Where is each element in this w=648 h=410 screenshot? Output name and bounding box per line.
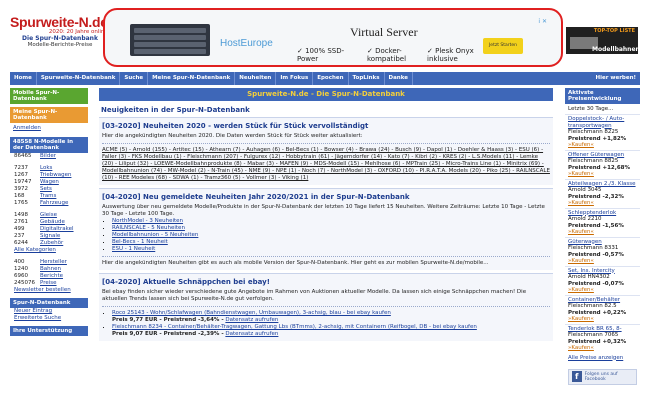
spur-n-db-heading: Spur-N-Datenbank: [10, 298, 88, 308]
support-heading: Ihre Unterstützung: [10, 326, 88, 336]
stat-row[interactable]: 19747 Wagen: [10, 179, 88, 186]
erweiterte-suche-link[interactable]: Erweiterte Suche: [10, 315, 88, 322]
news-text: Hier die angekündigten Neuheiten 2020. D…: [102, 133, 363, 139]
facebook-label: Folgen uns auf Facebook: [584, 371, 618, 382]
stat-row[interactable]: 2761 Gebäude: [10, 219, 88, 226]
toplist-label: TOP-TOP LISTE: [593, 28, 635, 34]
list-item[interactable]: NorthModel - 3 Neuheiten: [112, 218, 550, 225]
logo-subline: Modelle-Berichte-Preise: [27, 42, 93, 48]
list-item[interactable]: ESU - 1 Neuheit: [112, 246, 550, 253]
nav-toplinks[interactable]: TopLinks: [349, 72, 385, 85]
stat-row[interactable]: 6244 Zubehör: [10, 240, 88, 247]
ad-brand: HostEurope: [220, 38, 273, 49]
price-trend-item[interactable]: Offener Güterwagen Fleischmann 8825 Preis…: [565, 149, 640, 179]
nav-hier-werben[interactable]: Hier werben!: [592, 72, 640, 85]
list-item[interactable]: Modellbahnunion - 5 Neuheiten: [112, 232, 550, 239]
price-trend-heading: Aktivste Preisentwicklung: [565, 88, 640, 104]
alle-kategorien-link[interactable]: Alle Kategorien: [10, 247, 88, 254]
price-trend-item[interactable]: Güterwagen Fleischmann 8331 Preistrend -0…: [565, 236, 640, 266]
nav-im-fokus[interactable]: Im Fokus: [276, 72, 314, 85]
news-heading[interactable]: [03-2020] Neuheiten 2020 - werden Stück …: [102, 120, 550, 133]
ad-feature: ✓ Plesk Onyx inklusive: [427, 47, 474, 63]
stat-row[interactable]: 3972 Sets: [10, 186, 88, 193]
list-item[interactable]: RAILNSCALE - 5 Neuheiten: [112, 225, 550, 232]
stat-row[interactable]: 400 Hersteller: [10, 259, 88, 266]
toplist-brand: Modellbahnen: [592, 46, 640, 53]
site-logo[interactable]: Spurweite-N.de 2020: 20 Jahre online! Di…: [10, 14, 110, 48]
news-text: Bei ebay finden sicher wieder verschiede…: [102, 289, 527, 302]
facebook-icon: f: [572, 371, 582, 382]
nav-meine-datenbank[interactable]: Meine Spur-N-Datenbank: [148, 72, 236, 85]
ad-headline: Virtual Server: [350, 25, 418, 39]
price-trend-item[interactable]: Set, Ins. Intercity Arnold HN4302 Preistr…: [565, 265, 640, 295]
ad-cta-button[interactable]: Jetzt Starten: [483, 38, 523, 54]
stat-row[interactable]: 168 Trams: [10, 193, 88, 200]
ad-feature: ✓ Docker-kompatibel: [367, 47, 407, 63]
ebay-list: Roco 25143 - Wohn/Schlafwagen (Bahndiens…: [112, 310, 550, 338]
mobile-db-link[interactable]: Mobile Spur-N-Datenbank: [10, 88, 88, 104]
newsletter-link[interactable]: Newsletter bestellen: [10, 287, 88, 294]
price-trend-item[interactable]: Abteilwagen 2./3. Klasse Arnold 3045 Prei…: [565, 178, 640, 208]
facebook-follow-button[interactable]: f Folgen uns auf Facebook: [568, 368, 637, 385]
mobile-hint[interactable]: Hier die angekündigten Neuheiten gibt es…: [102, 260, 550, 267]
meine-db-link[interactable]: Meine Spur-N-Datenbank: [10, 107, 88, 123]
price-trend-item[interactable]: Container/Behälter Fleischmann 82.5 Preis…: [565, 294, 640, 324]
ad-banner[interactable]: HostEurope Virtual Server ✓ 100% SSD-Pow…: [103, 8, 563, 67]
right-sidebar: Aktivste Preisentwicklung Letzte 30 Tage…: [565, 88, 640, 410]
neuheiten-list: NorthModel - 3 Neuheiten RAILNSCALE - 5 …: [112, 218, 550, 253]
main-content: Spurweite-N.de - Die Spur-N-Datenbank Ne…: [99, 88, 553, 410]
page-title: Neuigkeiten in der Spur-N-Datenbank: [101, 106, 250, 114]
stat-row[interactable]: 245076 Preise: [10, 280, 88, 287]
logo-subtitle: Die Spur-N-Datenbank: [22, 35, 98, 42]
stat-row[interactable]: 499 Digitaltrakel: [10, 226, 88, 233]
main-banner: Spurweite-N.de - Die Spur-N-Datenbank: [99, 88, 553, 101]
price-trend-item[interactable]: Doppelstock- / Auto-transportwagen Fleisc…: [565, 114, 640, 150]
ad-feature: ✓ 100% SSD-Power: [297, 47, 345, 63]
news-section: [03-2020] Neuheiten 2020 - werden Stück …: [99, 117, 553, 185]
neuer-eintrag-link[interactable]: Neuer Eintrag: [10, 308, 88, 315]
ebay-item[interactable]: Roco 25143 - Wohn/Schlafwagen (Bahndiens…: [112, 310, 550, 324]
news-heading[interactable]: [04-2020] Neu gemeldete Neuheiten Jahr 2…: [102, 191, 550, 204]
left-sidebar: Mobile Spur-N-Datenbank Meine Spur-N-Dat…: [10, 88, 88, 410]
main-nav: Home Spurweite-N-Datenbank Suche Meine S…: [10, 72, 640, 85]
nav-danke[interactable]: Danke: [385, 72, 413, 85]
news-section: [04-2020] Aktuelle Schnäppchen bei ebay!…: [99, 273, 553, 341]
nav-spur-n-datenbank[interactable]: Spurweite-N-Datenbank: [37, 72, 121, 85]
logo-title: Spurweite-N.de: [10, 14, 108, 30]
stat-row[interactable]: 1267 Triebwagen: [10, 172, 88, 179]
news-heading[interactable]: [04-2020] Aktuelle Schnäppchen bei ebay!: [102, 276, 550, 289]
news-section: [04-2020] Neu gemeldete Neuheiten Jahr 2…: [99, 188, 553, 270]
stat-row[interactable]: 1765 Fahrzeuge: [10, 200, 88, 207]
price-trend-sub: Letzte 30 Tage...: [568, 106, 614, 112]
nav-neuheiten[interactable]: Neuheiten: [235, 72, 277, 85]
stats-heading: 48558 N-Modelle in der Datenbank: [10, 137, 88, 153]
toplist-logo[interactable]: TOP-TOP LISTE Modellbahnen: [566, 27, 640, 54]
anmelden-link[interactable]: Anmelden: [10, 123, 88, 133]
ad-close-icon[interactable]: i ✕: [538, 18, 547, 25]
stat-row[interactable]: 1240 Bahnen: [10, 266, 88, 273]
stat-row[interactable]: 86465 Bilder: [10, 153, 88, 160]
list-item[interactable]: Bel-Becs - 1 Neuheit: [112, 239, 550, 246]
stat-row[interactable]: 1498 Gleise: [10, 212, 88, 219]
news-text: Auswertung über neu gemeldete Modelle/Pr…: [102, 204, 545, 217]
ebay-item[interactable]: Fleischmann 8234 - Container/Behälter-Tr…: [112, 324, 550, 338]
nav-home[interactable]: Home: [10, 72, 37, 85]
price-trend-item[interactable]: Schlepptenderlok Arnold 2210 Preistrend -…: [565, 207, 640, 237]
stat-row[interactable]: 237 Signale: [10, 233, 88, 240]
stat-row[interactable]: 6960 Berichte: [10, 273, 88, 280]
nav-epochen[interactable]: Epochen: [313, 72, 349, 85]
header: Spurweite-N.de 2020: 20 Jahre online! Di…: [0, 0, 648, 70]
nav-suche[interactable]: Suche: [120, 72, 149, 85]
stat-row[interactable]: 7237 Loks: [10, 165, 88, 172]
brand-links[interactable]: ACME (5) - Arnold (155) - Artitec (15) -…: [102, 147, 550, 182]
price-trend-item[interactable]: Tenderlok BR 65, 8- Fleischmann 7065 Prei…: [565, 323, 640, 353]
alle-preise-link[interactable]: Alle Preise anzeigen: [565, 353, 640, 363]
server-rack-image: [130, 24, 210, 56]
